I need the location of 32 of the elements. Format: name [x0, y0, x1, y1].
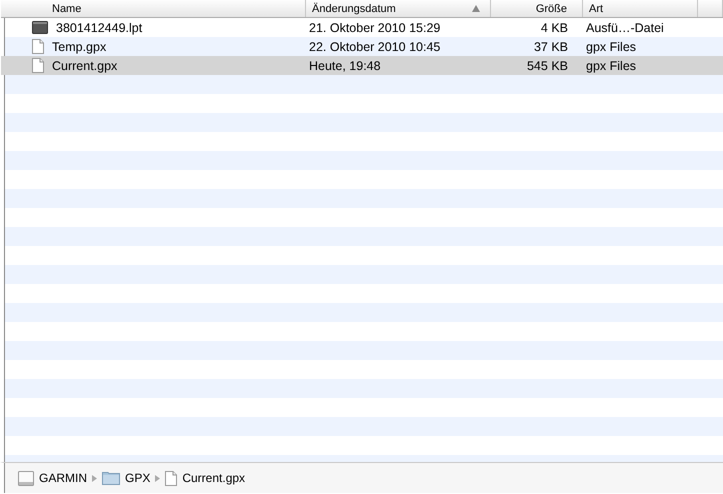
file-name: 3801412449.lpt — [56, 20, 142, 34]
file-row[interactable]: 3801412449.lpt 21. Oktober 2010 15:29 4 KB Ausfü…-Datei — [1, 18, 723, 37]
file-kind: gpx Files — [585, 40, 638, 54]
file-size: 545 KB — [526, 58, 569, 72]
folder-icon — [102, 471, 120, 485]
path-item[interactable]: GPX — [102, 471, 150, 485]
column-header[interactable]: Art — [583, 0, 698, 17]
file-name: Temp.gpx — [52, 40, 106, 54]
chevron-right-icon — [155, 474, 160, 482]
document-icon — [32, 39, 44, 54]
path-item[interactable]: Current.gpx — [165, 470, 246, 486]
file-row[interactable]: Current.gpx Heute, 19:48 545 KB gpx Files — [1, 56, 723, 75]
path-label: GARMIN — [39, 471, 87, 485]
modified-date: Heute, 19:48 — [308, 58, 382, 72]
file-name: Current.gpx — [52, 58, 118, 72]
modified-date: 21. Oktober 2010 15:29 — [308, 20, 442, 34]
modified-date: 22. Oktober 2010 10:45 — [308, 40, 442, 54]
path-item[interactable]: GARMIN — [18, 470, 87, 486]
file-size: 37 KB — [532, 40, 569, 54]
application-icon — [32, 21, 48, 34]
chevron-right-icon — [92, 474, 97, 482]
file-kind: gpx Files — [585, 58, 638, 72]
document-icon — [165, 470, 178, 486]
path-label: GPX — [125, 471, 150, 485]
document-icon — [32, 58, 44, 73]
file-row[interactable]: Temp.gpx 22. Oktober 2010 10:45 37 KB gpx Files — [1, 37, 723, 56]
path-label: Current.gpx — [182, 471, 246, 485]
file-size: 4 KB — [540, 20, 569, 34]
file-kind: Ausfü…-Datei — [585, 20, 665, 34]
column-header[interactable]: Änderungsdatum — [306, 0, 491, 17]
column-header[interactable]: Name — [1, 0, 306, 17]
column-header[interactable]: Größe — [491, 0, 583, 17]
